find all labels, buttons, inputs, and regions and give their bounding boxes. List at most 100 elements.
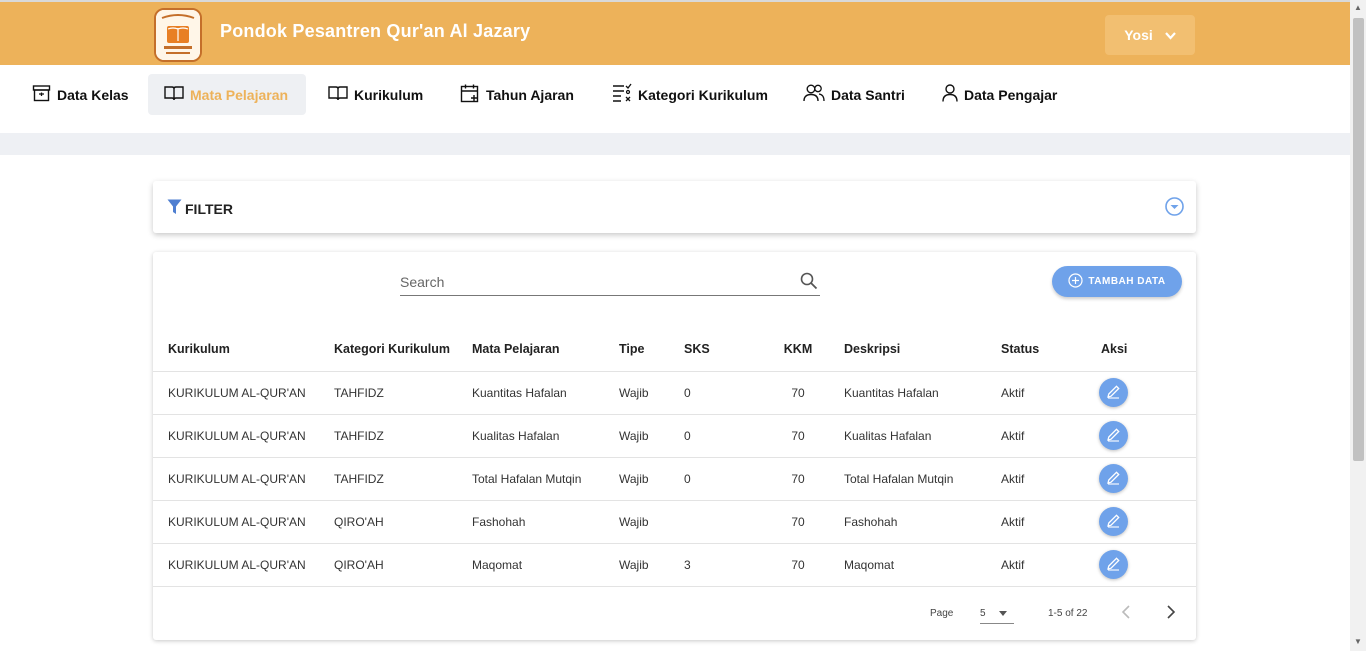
expand-toggle-button[interactable] xyxy=(1165,197,1184,216)
table-row: KURIKULUM AL-QUR'AN TAHFIDZ Kualitas Haf… xyxy=(153,413,1196,457)
add-data-button[interactable]: TAMBAH DATA xyxy=(1052,266,1182,297)
app-title: Pondok Pesantren Qur'an Al Jazary xyxy=(220,21,531,41)
archive-box-icon xyxy=(32,84,51,105)
column-header-sks[interactable]: SKS xyxy=(684,328,765,371)
app-header: Pondok Pesantren Qur'an Al Jazary Yosi xyxy=(0,0,1350,65)
caret-down-icon xyxy=(999,611,1007,616)
cell-kategori: TAHFIDZ xyxy=(334,413,472,457)
cell-kkm: 70 xyxy=(765,370,831,414)
data-table-panel: TAMBAH DATA Kurikulum Kategori Kurikulum… xyxy=(153,252,1196,640)
edit-button[interactable] xyxy=(1099,378,1128,407)
edit-button[interactable] xyxy=(1099,507,1128,536)
cell-deskripsi: Fashohah xyxy=(831,499,993,543)
cell-kurikulum: KURIKULUM AL-QUR'AN xyxy=(153,370,334,414)
plus-circle-icon xyxy=(1068,272,1084,291)
cell-status: Aktif xyxy=(993,370,1093,414)
nav-item-kurikulum[interactable]: Kurikulum xyxy=(312,74,439,115)
nav-item-label: Tahun Ajaran xyxy=(486,86,574,103)
calendar-plus-icon xyxy=(460,83,480,106)
subjects-table: Kurikulum Kategori Kurikulum Mata Pelaja… xyxy=(153,328,1196,587)
nav-item-label: Mata Pelajaran xyxy=(190,86,289,103)
column-header-kurikulum[interactable]: Kurikulum xyxy=(153,328,334,371)
column-header-aksi: Aksi xyxy=(1101,342,1128,357)
cell-deskripsi: Total Hafalan Mutqin xyxy=(831,456,993,500)
cell-kategori: TAHFIDZ xyxy=(334,456,472,500)
nav-item-label: Data Pengajar xyxy=(964,86,1058,103)
cell-status: Aktif xyxy=(993,413,1093,457)
search-input[interactable] xyxy=(400,267,780,293)
table-row: KURIKULUM AL-QUR'AN TAHFIDZ Total Hafala… xyxy=(153,456,1196,500)
cell-sks xyxy=(684,499,765,543)
user-menu-button[interactable]: Yosi xyxy=(1105,15,1195,55)
column-header-deskripsi[interactable]: Deskripsi xyxy=(831,328,993,371)
cell-tipe: Wajib xyxy=(615,542,684,587)
nav-item-mata-pelajaran[interactable]: Mata Pelajaran xyxy=(148,74,306,115)
cell-kurikulum: KURIKULUM AL-QUR'AN xyxy=(153,456,334,500)
search-icon[interactable] xyxy=(800,272,818,295)
cell-mata-pelajaran: Kualitas Hafalan xyxy=(472,413,615,457)
pencil-icon xyxy=(1106,513,1121,531)
cell-aksi xyxy=(1093,413,1196,457)
users-icon xyxy=(803,84,825,105)
pencil-icon xyxy=(1106,470,1121,488)
cell-aksi xyxy=(1093,542,1196,587)
checklist-icon xyxy=(612,83,632,106)
cell-tipe: Wajib xyxy=(615,413,684,457)
chevron-down-circle-icon xyxy=(1165,197,1184,220)
scroll-down-arrow-icon[interactable]: ▼ xyxy=(1352,636,1364,648)
table-row: KURIKULUM AL-QUR'AN TAHFIDZ Kuantitas Ha… xyxy=(153,370,1196,414)
nav-item-label: Kurikulum xyxy=(354,86,424,103)
table-header-row: Kurikulum Kategori Kurikulum Mata Pelaja… xyxy=(153,328,1196,371)
cell-tipe: Wajib xyxy=(615,370,684,414)
nav-item-label: Data Santri xyxy=(831,86,905,103)
page-size-select[interactable]: 5 xyxy=(980,602,1014,624)
scrollbar-thumb[interactable] xyxy=(1353,18,1364,461)
cell-sks: 3 xyxy=(684,542,765,587)
filter-panel[interactable]: FILTER xyxy=(153,181,1196,233)
cell-deskripsi: Kuantitas Hafalan xyxy=(831,370,993,414)
column-header-kategori[interactable]: Kategori Kurikulum xyxy=(334,328,472,371)
cell-sks: 0 xyxy=(684,413,765,457)
column-header-tipe[interactable]: Tipe xyxy=(615,328,684,371)
edit-button[interactable] xyxy=(1099,421,1128,450)
scroll-up-arrow-icon[interactable]: ▲ xyxy=(1352,2,1364,14)
nav-item-data-kelas[interactable]: Data Kelas xyxy=(16,74,145,115)
edit-button[interactable] xyxy=(1099,550,1128,579)
edit-button[interactable] xyxy=(1099,464,1128,493)
prev-page-button[interactable] xyxy=(1121,604,1131,623)
chevron-down-icon xyxy=(1164,27,1176,43)
cell-sks: 0 xyxy=(684,456,765,500)
column-header-mata-pelajaran[interactable]: Mata Pelajaran xyxy=(472,328,615,371)
user-name: Yosi xyxy=(1124,27,1153,43)
nav-item-label: Data Kelas xyxy=(57,86,129,103)
pencil-icon xyxy=(1106,556,1121,574)
nav-item-kategori-kurikulum[interactable]: Kategori Kurikulum xyxy=(596,74,784,115)
pencil-icon xyxy=(1106,384,1121,402)
filter-label: FILTER xyxy=(185,200,233,217)
cell-mata-pelajaran: Fashohah xyxy=(472,499,615,543)
column-header-kkm[interactable]: KKM xyxy=(765,328,831,371)
school-logo xyxy=(154,8,202,62)
cell-sks: 0 xyxy=(684,370,765,414)
nav-item-tahun-ajaran[interactable]: Tahun Ajaran xyxy=(444,74,590,115)
cell-mata-pelajaran: Kuantitas Hafalan xyxy=(472,370,615,414)
cell-mata-pelajaran: Total Hafalan Mutqin xyxy=(472,456,615,500)
book-open-icon xyxy=(164,85,184,104)
funnel-icon xyxy=(167,199,182,218)
nav-item-data-pengajar[interactable]: Data Pengajar xyxy=(926,74,1073,115)
table-row: KURIKULUM AL-QUR'AN QIRO'AH Maqomat Waji… xyxy=(153,542,1196,587)
cell-aksi xyxy=(1093,370,1196,414)
column-header-status[interactable]: Status xyxy=(993,328,1093,371)
user-icon xyxy=(942,84,958,105)
cell-kkm: 70 xyxy=(765,456,831,500)
cell-status: Aktif xyxy=(993,542,1093,587)
nav-item-data-santri[interactable]: Data Santri xyxy=(787,74,921,115)
cell-kurikulum: KURIKULUM AL-QUR'AN xyxy=(153,542,334,587)
cell-kkm: 70 xyxy=(765,542,831,587)
page-range: 1-5 of 22 xyxy=(1048,608,1088,619)
cell-kurikulum: KURIKULUM AL-QUR'AN xyxy=(153,413,334,457)
cell-kurikulum: KURIKULUM AL-QUR'AN xyxy=(153,499,334,543)
next-page-button[interactable] xyxy=(1166,604,1176,623)
nav-item-label: Kategori Kurikulum xyxy=(638,86,768,103)
cell-kkm: 70 xyxy=(765,413,831,457)
